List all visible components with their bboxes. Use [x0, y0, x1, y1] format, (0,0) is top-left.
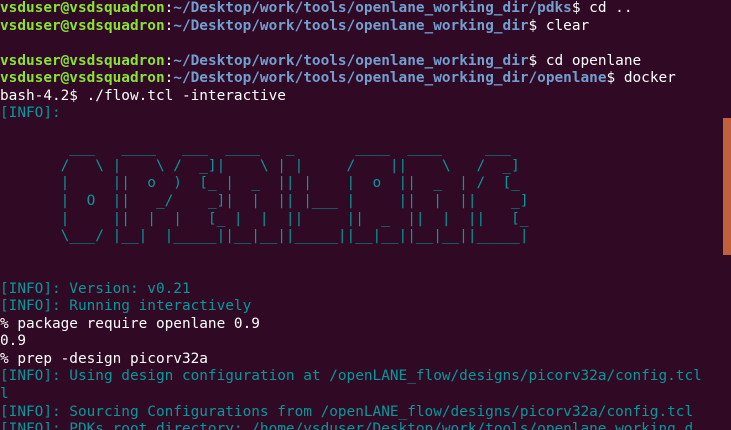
- info-line: [INFO]: PDKs root directory: /home/vsdus…: [0, 421, 694, 430]
- tcl-result-line: 0.9: [0, 333, 26, 350]
- ascii-logo-line: | O || _/ _]| | || |___ | || | || _]: [0, 193, 529, 210]
- prompt-dollar: $: [571, 0, 590, 16]
- prompt-path: ~/Desktop/work/tools/openlane_working_di…: [173, 52, 529, 69]
- tcl-command-line: % prep -design picorv32a: [0, 350, 208, 367]
- prompt-path: ~/Desktop/work/tools/openlane_working_di…: [173, 17, 529, 34]
- terminal-line: vsduser@vsdsquadron:~/Desktop/work/tools…: [0, 53, 721, 71]
- info-line: [INFO]: Using design configuration at /o…: [0, 368, 702, 385]
- info-line: [INFO]:: [0, 105, 70, 122]
- prompt-separator: :: [164, 70, 174, 87]
- prompt-dollar: $: [528, 17, 546, 34]
- command-text: docker: [623, 70, 676, 87]
- info-line: [INFO]: Running interactively: [0, 298, 252, 315]
- ascii-logo-line: ___ ____ ___ ____ _ ____ ____ ___: [0, 140, 512, 157]
- command-text: cd openlane: [545, 52, 642, 69]
- bash-command-line: bash-4.2$ ./flow.tcl -interactive: [0, 87, 286, 104]
- scrollbar-thumb[interactable]: [723, 118, 731, 255]
- prompt-separator: :: [164, 52, 174, 69]
- prompt-separator: :: [164, 17, 174, 34]
- prompt-separator: :: [164, 0, 174, 16]
- terminal-window[interactable]: vsduser@vsdsquadron:~/Desktop/work/tools…: [0, 0, 731, 430]
- prompt-user: vsduser@vsdsquadron: [0, 0, 165, 16]
- prompt-user: vsduser@vsdsquadron: [0, 70, 165, 87]
- vertical-scrollbar[interactable]: [721, 0, 731, 430]
- ascii-logo-line: / \ | \ / _]| \ | | / || \ / _]: [0, 157, 520, 174]
- ascii-logo-line: | || | | [_ | | || || _ || | || [_: [0, 210, 529, 227]
- info-line: [INFO]: Version: v0.21: [0, 280, 191, 297]
- info-line: [INFO]: Sourcing Configurations from /op…: [0, 403, 694, 420]
- ascii-logo-line: \___/ |__| |_____||__|__||_____||__|__||…: [0, 228, 529, 245]
- terminal-line: vsduser@vsdsquadron:~/Desktop/work/tools…: [0, 70, 721, 88]
- command-text: cd ..: [589, 0, 633, 16]
- terminal-line: vsduser@vsdsquadron:~/Desktop/work/tools…: [0, 18, 721, 36]
- terminal-line: vsduser@vsdsquadron:~/Desktop/work/tools…: [0, 0, 721, 18]
- prompt-path: ~/Desktop/work/tools/openlane_working_di…: [173, 70, 607, 87]
- prompt-user: vsduser@vsdsquadron: [0, 17, 165, 34]
- command-text: clear: [545, 17, 590, 34]
- tcl-command-line: % package require openlane 0.9: [0, 315, 260, 332]
- prompt-dollar: $: [528, 52, 546, 69]
- info-line-wrap: l: [0, 386, 9, 403]
- terminal-output[interactable]: vsduser@vsdsquadron:~/Desktop/work/tools…: [0, 0, 721, 430]
- prompt-path: ~/Desktop/work/tools/openlane_working_di…: [173, 0, 572, 16]
- prompt-dollar: $: [606, 70, 624, 87]
- prompt-user: vsduser@vsdsquadron: [0, 52, 165, 69]
- ascii-logo-line: | || o ) [_ | _ || | | o || _ | / [_: [0, 175, 520, 192]
